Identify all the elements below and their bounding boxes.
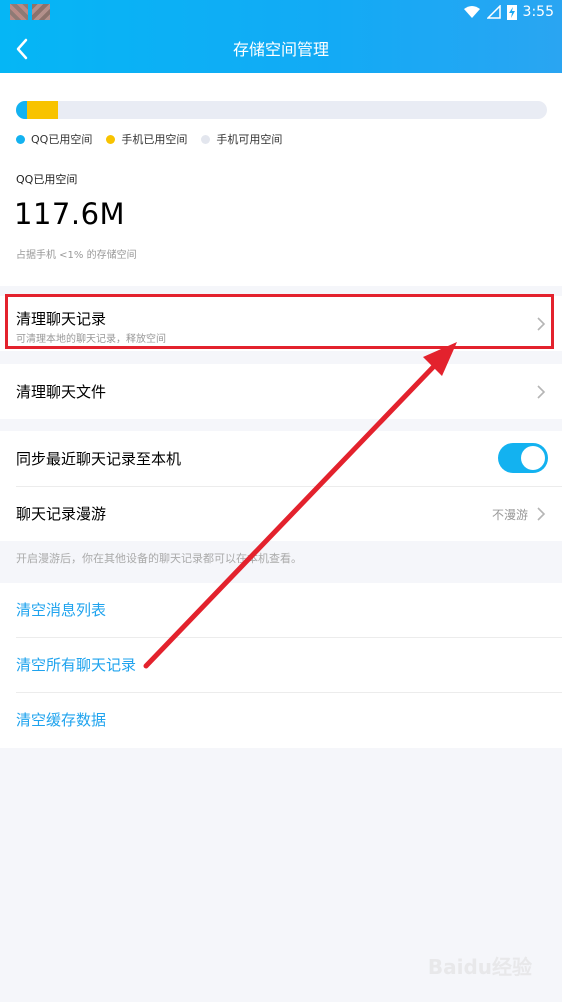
baidu-watermark: Baidu经验 (427, 955, 532, 979)
annotation-arrow (143, 342, 457, 669)
